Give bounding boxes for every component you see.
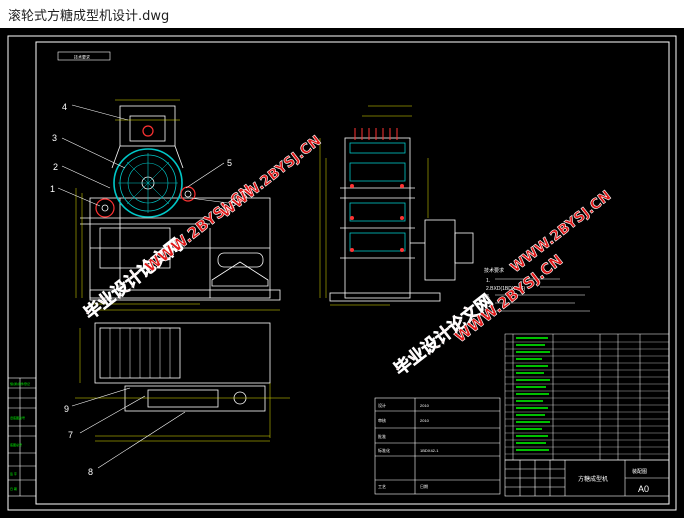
left-stamp-label: 旧底图总号 xyxy=(10,415,25,420)
window-titlebar: 滚轮式方糖成型机设计.dwg xyxy=(0,0,684,28)
parts-list-fill xyxy=(516,337,550,451)
info-row-value: 2010 xyxy=(420,403,430,408)
info-row-label: 批准 xyxy=(378,433,386,439)
watermark-text: WWW.2BYSJ.CN xyxy=(218,133,325,221)
part-number: 1 xyxy=(50,184,55,194)
info-row-value: 1BDX42-1 xyxy=(420,448,439,453)
left-stamp-label: 签 字 xyxy=(10,471,17,476)
tech-req-heading: 技术要求 xyxy=(484,267,504,274)
cad-drawing-canvas[interactable]: 借(通)用件登记 旧底图总号 底图总号 签 字 日 期 技术要求 4 3 2 1… xyxy=(0,28,684,518)
info-row-label: 审核 xyxy=(378,417,386,423)
info-row-label: 工艺 xyxy=(378,484,386,489)
title-block-text: 方糖成型机 装配图 A0 xyxy=(578,468,649,494)
parts-list-table xyxy=(504,333,670,461)
part-number: 3 xyxy=(52,133,57,143)
tech-req-line: 1. xyxy=(486,278,490,284)
plan-view xyxy=(75,322,290,442)
watermarks: 毕业设计论文网 WWW.2BYSJ.CN 毕业设计论文网 WWW.2BYSJ.C… xyxy=(80,133,615,381)
top-label: 技术要求 xyxy=(74,54,90,60)
title-block-drawing-no: 装配图 xyxy=(632,468,647,475)
part-number: 7 xyxy=(68,430,73,440)
sheet-outer-border xyxy=(7,35,677,511)
info-row-value: 日期 xyxy=(420,483,428,489)
watermark-text: 毕业设计论文网 xyxy=(390,290,497,380)
info-row-value: 2010 xyxy=(420,418,430,423)
part-number: 4 xyxy=(62,102,67,112)
part-number: 5 xyxy=(227,158,232,168)
left-stamp-label: 借(通)用件登记 xyxy=(10,381,30,386)
title-block-size: A0 xyxy=(638,484,649,494)
window-title: 滚轮式方糖成型机设计.dwg xyxy=(8,8,170,24)
part-numbers-front: 4 3 2 1 5 6 xyxy=(50,102,236,208)
left-stamp-table xyxy=(7,377,37,497)
side-view xyxy=(319,105,474,306)
info-row-label: 设计 xyxy=(378,402,386,408)
left-stamp-label: 底图总号 xyxy=(10,442,22,447)
info-row-label: 标准化 xyxy=(378,447,390,453)
part-number: 9 xyxy=(64,404,69,414)
title-block-name: 方糖成型机 xyxy=(578,475,608,483)
front-view xyxy=(75,99,281,311)
left-stamp-label: 日 期 xyxy=(10,486,17,491)
info-block-labels: 设计 审核 批准 标准化 工艺 2010 2010 1BDX42-1 日期 xyxy=(378,402,439,489)
part-numbers-plan: 9 7 8 xyxy=(64,404,93,477)
part-number: 2 xyxy=(53,162,58,172)
info-block xyxy=(374,397,501,495)
part-leaders-plan xyxy=(71,387,186,469)
part-number: 8 xyxy=(88,467,93,477)
